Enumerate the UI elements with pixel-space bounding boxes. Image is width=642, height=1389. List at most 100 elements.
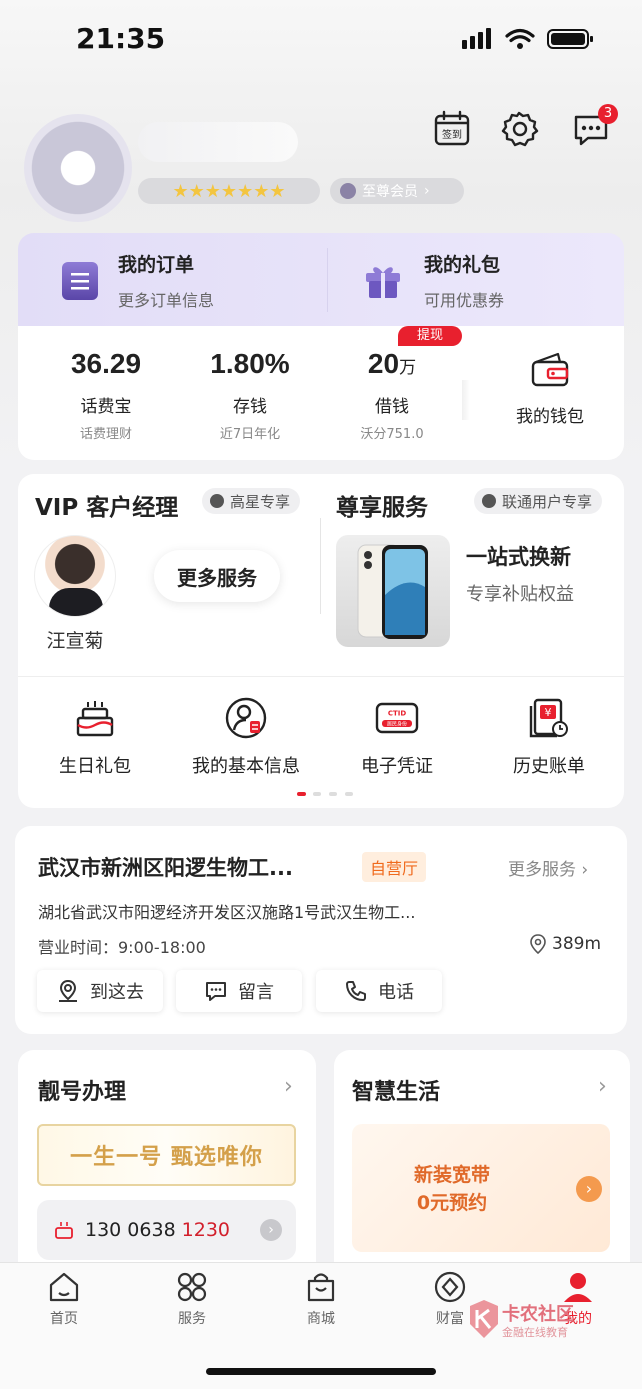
wealth-icon — [434, 1271, 466, 1303]
checkin-calendar-icon[interactable]: 签到 — [431, 108, 473, 150]
store-hours: 营业时间：9:00-18:00 — [38, 938, 206, 957]
tab-services[interactable]: 服务 — [152, 1270, 232, 1328]
tab-label: 商城 — [307, 1311, 335, 1327]
stat-value: 20 — [367, 348, 400, 379]
trade-in-title[interactable]: 一站式换新 — [466, 541, 571, 571]
medal-icon — [340, 183, 356, 199]
gift-icon — [366, 267, 400, 298]
stat-unit: 万 — [399, 358, 417, 377]
checkin-label: 签到 — [442, 128, 462, 141]
store-name[interactable]: 武汉市新洲区阳逻生物工... — [38, 852, 293, 882]
phone-icon — [346, 981, 366, 1001]
status-icons — [462, 28, 593, 49]
chevron-right-icon: › — [424, 183, 430, 199]
promo-line2: 0元预约 — [416, 1192, 488, 1214]
my-orders-subtitle: 更多订单信息 — [118, 291, 215, 310]
distance-value: 389m — [552, 934, 602, 954]
tab-home[interactable]: 首页 — [24, 1270, 104, 1328]
stat-loan[interactable]: 20万 借钱 沃分751.0 — [326, 348, 458, 442]
stat-savings[interactable]: 1.80% 存钱 近7日年化 — [184, 348, 316, 442]
promo-line1: 新装宽带 — [413, 1164, 490, 1186]
chevron-right-icon: › — [260, 1219, 282, 1241]
grid-item-profile[interactable]: 我的基本信息 — [186, 696, 306, 778]
member-level-label: 至尊会员 — [362, 184, 418, 200]
watermark: 卡农社区 金融在线教育 — [466, 1300, 616, 1340]
crown-icon — [210, 494, 224, 508]
more-services-button[interactable]: 更多服务 — [154, 550, 280, 602]
location-pin-icon — [530, 934, 546, 954]
my-orders-entry[interactable]: 我的订单 更多订单信息 — [118, 250, 214, 311]
member-level-pill[interactable]: 至尊会员 › — [330, 178, 464, 204]
pager-dot — [345, 792, 353, 796]
ctid-text: CTID — [388, 710, 407, 718]
my-gifts-title: 我的礼包 — [424, 254, 501, 276]
my-orders-title: 我的订单 — [118, 254, 195, 276]
number-option[interactable]: 130 0638 1230 › — [37, 1200, 296, 1260]
grid-label: 我的基本信息 — [192, 756, 300, 777]
badge-label: 高星专享 — [230, 492, 291, 511]
premium-number-banner[interactable]: 一生一号 甄选唯你 — [37, 1124, 296, 1186]
button-label: 留言 — [238, 982, 274, 1003]
wallet-label: 我的钱包 — [516, 407, 584, 427]
stat-label: 存钱 — [233, 397, 267, 417]
gear-icon[interactable] — [498, 108, 540, 150]
chevron-right-icon: › — [576, 1176, 602, 1202]
shop-bag-icon — [307, 1273, 335, 1302]
profile-tab-icon — [564, 1273, 592, 1302]
stat-label: 借钱 — [375, 397, 409, 417]
crown-icon — [482, 494, 496, 508]
button-label: 电话 — [378, 982, 414, 1003]
pager-dot — [329, 792, 337, 796]
chevron-right-icon: › — [581, 860, 589, 880]
stat-sub: 话费理财 — [79, 427, 132, 442]
button-label: 到这去 — [90, 982, 144, 1003]
broadband-promo[interactable]: 新装宽带 0元预约 › — [352, 1124, 610, 1252]
orders-gifts-card — [18, 233, 624, 329]
self-operated-tag: 自营厅 — [362, 852, 427, 882]
watermark-title: 卡农社区 — [502, 1304, 574, 1325]
pager-dot-active — [297, 792, 306, 796]
status-time: 21:35 — [76, 22, 166, 55]
my-gifts-subtitle: 可用优惠券 — [424, 291, 505, 310]
divider — [462, 380, 470, 420]
wifi-icon — [505, 28, 535, 43]
divider — [320, 518, 321, 614]
number-prefix: 130 0638 — [85, 1219, 176, 1241]
chevron-right-icon[interactable]: › — [284, 1074, 293, 1099]
phone-product-image[interactable] — [336, 535, 450, 647]
store-more-services[interactable]: 更多服务 › — [508, 855, 588, 880]
divider — [18, 676, 624, 677]
orders-icon — [62, 262, 98, 300]
star-rating[interactable]: ★★★★★★★ — [138, 178, 320, 204]
high-star-badge: 高星专享 — [202, 488, 301, 514]
premium-number-title[interactable]: 靓号办理 — [38, 1074, 126, 1106]
unicom-exclusive-badge: 联通用户专享 — [474, 488, 603, 514]
battery-icon — [547, 29, 593, 49]
cake-small-icon — [55, 1222, 73, 1239]
exclusive-service-title: 尊享服务 — [336, 495, 428, 521]
map-pin-icon — [59, 979, 77, 1002]
manager-avatar[interactable] — [34, 535, 116, 617]
grid-item-bill-history[interactable]: ¥ 历史账单 — [494, 696, 604, 778]
trade-in-subtitle: 专享补贴权益 — [466, 584, 574, 605]
grid-item-e-certificate[interactable]: CTID 居民身份 电子凭证 — [342, 696, 452, 778]
grid-item-birthday[interactable]: 生日礼包 — [40, 696, 150, 778]
grid-label: 生日礼包 — [59, 756, 131, 777]
avatar[interactable] — [24, 114, 132, 222]
withdraw-tag: 提现 — [398, 326, 462, 346]
my-wallet-entry[interactable]: 我的钱包 — [490, 350, 610, 427]
navigate-button[interactable]: 到这去 — [37, 970, 163, 1012]
message-button[interactable]: 留言 — [176, 970, 302, 1012]
stat-label: 话费宝 — [80, 397, 132, 417]
notification-badge: 3 — [598, 104, 618, 124]
smart-life-title[interactable]: 智慧生活 — [352, 1074, 440, 1106]
tab-shop[interactable]: 商城 — [281, 1270, 361, 1328]
watermark-sub: 金融在线教育 — [502, 1326, 568, 1339]
store-distance: 389m — [530, 934, 601, 954]
stat-sub: 沃分751.0 — [360, 427, 424, 442]
pager-dot — [313, 792, 321, 796]
stat-phone-treasure[interactable]: 36.29 话费宝 话费理财 — [40, 348, 172, 442]
call-button[interactable]: 电话 — [316, 970, 442, 1012]
chevron-right-icon[interactable]: › — [598, 1074, 607, 1099]
my-gifts-entry[interactable]: 我的礼包 可用优惠券 — [424, 250, 504, 311]
